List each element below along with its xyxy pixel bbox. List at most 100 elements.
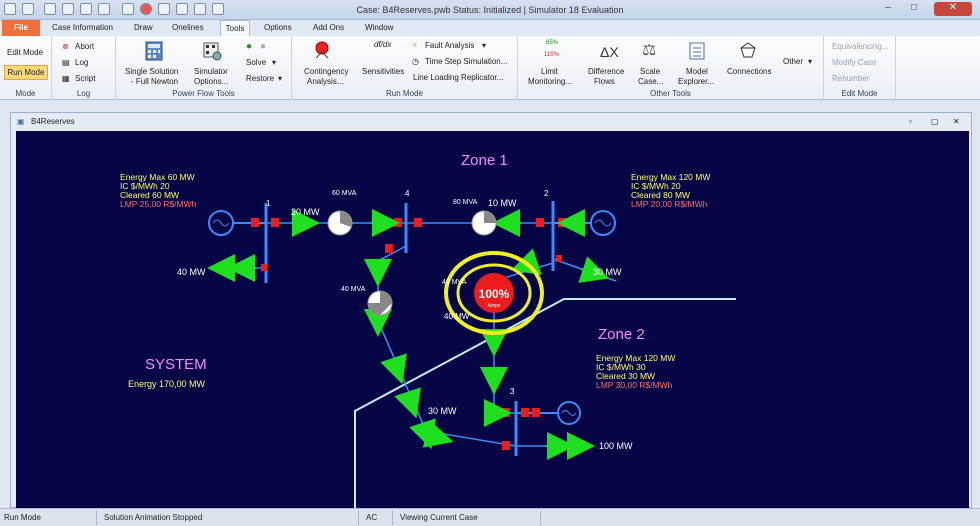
tab-add-ons[interactable]: Add Ons: [313, 23, 344, 32]
pie-line-4-2[interactable]: [471, 210, 497, 236]
group-power-flow-tools: Single Solution - Full Newton Simulator …: [116, 36, 292, 100]
fault-analysis-button[interactable]: Fault Analysis: [425, 41, 474, 50]
breakers[interactable]: [251, 218, 566, 450]
modify-case-button[interactable]: Modify Case: [832, 58, 876, 67]
scale-case-button[interactable]: Scale: [640, 67, 660, 76]
window-title: Case: B4Reserves.pwb Status: Initialized…: [356, 5, 624, 15]
time-step-simulation-button[interactable]: Time Step Simulation...: [425, 57, 507, 66]
group-label-log: Log: [76, 89, 91, 98]
other-button[interactable]: Other: [783, 57, 803, 66]
other-dropdown-icon[interactable]: ▾: [808, 57, 812, 66]
script-icon: ▦: [62, 74, 70, 83]
delta-icon: ΔX: [600, 44, 619, 60]
flow-label-4-3: 30 MW: [428, 406, 457, 416]
connections-button[interactable]: Connections: [727, 67, 771, 76]
limit-monitoring-line2: Monitoring...: [528, 77, 573, 86]
group-label-power-flow-tools: Power Flow Tools: [172, 89, 235, 98]
contingency-analysis-line2: Analysis...: [307, 77, 344, 86]
bus-3-label: 3: [510, 387, 515, 396]
ribbon-tabs: File Case Information Draw Onelines Tool…: [0, 20, 980, 37]
bus-1-label: 1: [266, 199, 271, 208]
system-energy: Energy 170,00 MW: [128, 379, 206, 389]
gen1-lmp: LMP 25,00 R$/MWh: [120, 199, 197, 209]
bus-4-label: 4: [405, 189, 410, 198]
status-ac: AC: [366, 513, 378, 522]
simulator-options-icon: [203, 42, 222, 61]
flow-label-2-3: 40 MW: [444, 312, 470, 321]
tab-window[interactable]: Window: [365, 23, 393, 32]
renumber-button[interactable]: Renumber: [832, 74, 869, 83]
tab-tools[interactable]: Tools: [220, 20, 250, 37]
simulator-options-line2: Options...: [194, 77, 229, 86]
tab-draw[interactable]: Draw: [134, 23, 153, 32]
limit-monitoring-button[interactable]: Limit: [541, 67, 558, 76]
oneline-window-icon: ▣: [17, 117, 25, 126]
status-mode: Run Mode: [4, 513, 41, 522]
overload-unit: Amps: [488, 303, 501, 309]
clock-icon: ◷: [412, 57, 419, 66]
oneline-window: B4Reserves ▣ ▫ ▢ ✕ Zone 1 Zone 2 SYSTEM …: [10, 112, 972, 509]
load-1-label: 40 MW: [177, 267, 206, 277]
tab-options[interactable]: Options: [264, 23, 292, 32]
contingency-analysis-button[interactable]: Contingency: [304, 67, 348, 76]
tab-onelines[interactable]: Onelines: [172, 23, 204, 32]
oneline-canvas[interactable]: Zone 1 Zone 2 SYSTEM Energy 170,00 MW En…: [16, 131, 969, 509]
line-loading-replicator-button[interactable]: Line Loading Replicator...: [413, 73, 503, 82]
maximize-button[interactable]: □: [902, 2, 926, 16]
restore-dropdown-icon[interactable]: ▾: [278, 74, 282, 83]
single-solution-line2: - Full Newton: [131, 77, 179, 86]
restore-button[interactable]: Restore: [246, 74, 274, 83]
pie-line-4-3[interactable]: [367, 290, 393, 316]
connections-icon: [740, 42, 756, 58]
load-2-label: 30 MW: [593, 267, 622, 277]
doc-close-button[interactable]: ✕: [953, 117, 960, 126]
pie-line-1-4[interactable]: [327, 210, 353, 236]
difference-flows-line2: Flows: [594, 77, 615, 86]
group-label-run-mode: Run Mode: [386, 89, 423, 98]
tab-file[interactable]: File: [2, 20, 40, 36]
oneline-diagram[interactable]: Zone 1 Zone 2 SYSTEM Energy 170,00 MW En…: [16, 131, 969, 509]
scale-icon: ⚖: [642, 42, 657, 59]
model-explorer-line2: Explorer...: [678, 77, 715, 86]
mva-label-2-3: 40 MVA: [442, 279, 467, 286]
group-mode: Edit Mode Run Mode Mode: [0, 36, 52, 100]
status-separator: [358, 511, 359, 525]
gen3-info: Energy Max 120 MW IC $/MWh 30 Cleared 30…: [596, 353, 675, 390]
run-mode-button[interactable]: Run Mode: [4, 65, 48, 80]
edit-mode-button[interactable]: Edit Mode: [7, 48, 43, 57]
status-separator: [96, 511, 97, 525]
mva-label-4-3: 40 MVA: [341, 286, 366, 293]
zone1-label: Zone 1: [461, 152, 508, 169]
fault-icon: ⚡: [412, 41, 418, 50]
title-bar: Case: B4Reserves.pwb Status: Initialized…: [0, 0, 980, 20]
contingency-icon: [315, 41, 329, 59]
sensitivities-button[interactable]: Sensitivities: [362, 67, 404, 76]
solve-button[interactable]: Solve: [246, 58, 266, 67]
group-label-other-tools: Other Tools: [650, 89, 691, 98]
limit-pct-high: 110%: [544, 52, 559, 58]
solve-dropdown-icon[interactable]: ▾: [272, 58, 276, 67]
minimize-button[interactable]: –: [876, 2, 900, 16]
group-log: ⊗ Abort ▤ Log ▦ Script Log: [52, 36, 116, 100]
close-button[interactable]: ✕: [934, 2, 972, 16]
group-edit-mode: Equivalencing... Modify Case Renumber Ed…: [824, 36, 896, 100]
simulator-options-button[interactable]: Simulator: [194, 67, 228, 76]
solve-play-icon[interactable]: ●: [246, 41, 252, 52]
mva-label-4-2: 80 MVA: [453, 199, 478, 206]
equivalencing-button[interactable]: Equivalencing...: [832, 42, 888, 51]
log-button[interactable]: Log: [75, 58, 88, 67]
overload-percent: 100%: [479, 287, 510, 301]
abort-button[interactable]: Abort: [75, 42, 94, 51]
ribbon: Edit Mode Run Mode Mode ⊗ Abort ▤ Log ▦ …: [0, 36, 980, 100]
doc-minimize-button[interactable]: ▫: [909, 117, 912, 126]
model-explorer-button[interactable]: Model: [686, 67, 708, 76]
script-button[interactable]: Script: [75, 74, 95, 83]
pause-icon[interactable]: ●: [260, 41, 266, 52]
scale-case-line2: Case...: [638, 77, 664, 86]
fault-dropdown-icon[interactable]: ▾: [482, 41, 486, 50]
doc-restore-button[interactable]: ▢: [931, 117, 939, 126]
tab-case-information[interactable]: Case Information: [52, 23, 113, 32]
gen3-lmp: LMP 30,00 R$/MWh: [596, 380, 673, 390]
difference-flows-button[interactable]: Difference: [588, 67, 624, 76]
single-solution-button[interactable]: Single Solution: [125, 67, 178, 76]
